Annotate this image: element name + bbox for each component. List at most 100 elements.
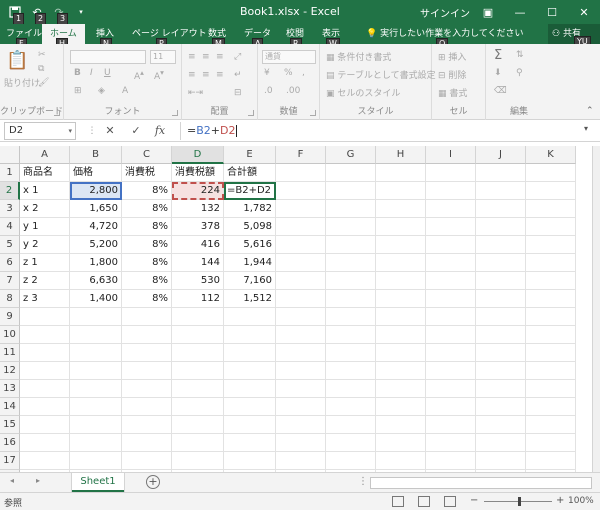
cell-i9[interactable] [426, 308, 476, 326]
align-top-icon[interactable]: ≡ [188, 52, 196, 62]
row-header-17[interactable]: 17 [0, 452, 20, 470]
cell-f10[interactable] [276, 326, 326, 344]
cell-a6[interactable]: z 1 [20, 254, 70, 272]
cell-k8[interactable] [526, 290, 576, 308]
cell-k11[interactable] [526, 344, 576, 362]
cancel-formula-button[interactable]: ✕ [102, 123, 118, 139]
cell-a1[interactable]: 商品名 [20, 164, 70, 182]
cell-d1[interactable]: 消費税額 [172, 164, 224, 182]
cell-h13[interactable] [376, 380, 426, 398]
cell-g5[interactable] [326, 236, 376, 254]
column-header-h[interactable]: H [376, 146, 426, 164]
cell-h3[interactable] [376, 200, 426, 218]
cell-d10[interactable] [172, 326, 224, 344]
row-header-14[interactable]: 14 [0, 398, 20, 416]
cell-f16[interactable] [276, 434, 326, 452]
cell-a15[interactable] [20, 416, 70, 434]
cell-b17[interactable] [70, 452, 122, 470]
cell-e8[interactable]: 1,512 [224, 290, 276, 308]
cell-b3[interactable]: 1,650 [70, 200, 122, 218]
enter-formula-button[interactable]: ✓ [128, 123, 144, 139]
paste-button[interactable]: 貼り付け [4, 76, 40, 89]
tab-formulas[interactable]: 数式M [208, 24, 226, 50]
cell-j8[interactable] [476, 290, 526, 308]
cell-g12[interactable] [326, 362, 376, 380]
cell-c17[interactable] [122, 452, 172, 470]
cell-j15[interactable] [476, 416, 526, 434]
font-name-box[interactable] [70, 50, 146, 64]
cell-a12[interactable] [20, 362, 70, 380]
cell-c14[interactable] [122, 398, 172, 416]
cell-j2[interactable] [476, 182, 526, 200]
collapse-ribbon-icon[interactable]: ⌃ [586, 106, 594, 116]
cell-e6[interactable]: 1,944 [224, 254, 276, 272]
cell-e1[interactable]: 合計額 [224, 164, 276, 182]
cell-i14[interactable] [426, 398, 476, 416]
cell-h14[interactable] [376, 398, 426, 416]
font-shrink-icon[interactable]: A▾ [154, 68, 164, 82]
page-layout-view-icon[interactable] [418, 496, 430, 507]
cell-b12[interactable] [70, 362, 122, 380]
cell-h5[interactable] [376, 236, 426, 254]
cell-k15[interactable] [526, 416, 576, 434]
row-header-3[interactable]: 3 [0, 200, 20, 218]
cell-g4[interactable] [326, 218, 376, 236]
cell-h12[interactable] [376, 362, 426, 380]
tab-review[interactable]: 校閲R [286, 24, 304, 50]
cell-k7[interactable] [526, 272, 576, 290]
cell-a14[interactable] [20, 398, 70, 416]
cell-d4[interactable]: 378 [172, 218, 224, 236]
row-header-6[interactable]: 6 [0, 254, 20, 272]
cell-a10[interactable] [20, 326, 70, 344]
cut-icon[interactable]: ✂ [38, 50, 46, 60]
prev-sheet-icon[interactable]: ◂ [10, 476, 14, 485]
border-icon[interactable]: ⊞ [74, 86, 82, 96]
align-center-icon[interactable]: ≡ [202, 70, 210, 80]
normal-view-icon[interactable] [392, 496, 404, 507]
dialog-launcher[interactable] [54, 110, 60, 116]
column-header-b[interactable]: B [70, 146, 122, 164]
cell-b16[interactable] [70, 434, 122, 452]
row-header-13[interactable]: 13 [0, 380, 20, 398]
cell-e13[interactable] [224, 380, 276, 398]
cell-d7[interactable]: 530 [172, 272, 224, 290]
cell-d5[interactable]: 416 [172, 236, 224, 254]
cell-f3[interactable] [276, 200, 326, 218]
cell-styles-button[interactable]: ▣ セルのスタイル [326, 86, 400, 99]
cell-a17[interactable] [20, 452, 70, 470]
cell-b11[interactable] [70, 344, 122, 362]
cell-f8[interactable] [276, 290, 326, 308]
cell-j1[interactable] [476, 164, 526, 182]
clear-icon[interactable]: ⌫ [494, 86, 507, 96]
align-left-icon[interactable]: ≡ [188, 70, 196, 80]
row-header-12[interactable]: 12 [0, 362, 20, 380]
cell-c12[interactable] [122, 362, 172, 380]
cell-c1[interactable]: 消費税 [122, 164, 172, 182]
sort-filter-icon[interactable]: ⇅ [516, 50, 524, 60]
zoom-in-icon[interactable]: + [556, 495, 564, 506]
cell-h15[interactable] [376, 416, 426, 434]
cell-i7[interactable] [426, 272, 476, 290]
cell-f5[interactable] [276, 236, 326, 254]
row-header-8[interactable]: 8 [0, 290, 20, 308]
cell-f15[interactable] [276, 416, 326, 434]
cell-e15[interactable] [224, 416, 276, 434]
cell-e16[interactable] [224, 434, 276, 452]
cell-d16[interactable] [172, 434, 224, 452]
zoom-level[interactable]: 100% [568, 496, 594, 506]
save-button[interactable]: 1 [4, 3, 26, 25]
customize-qat-button[interactable]: ▾ [70, 3, 92, 21]
cell-k10[interactable] [526, 326, 576, 344]
column-header-c[interactable]: C [122, 146, 172, 164]
cell-g13[interactable] [326, 380, 376, 398]
decrease-decimal-icon[interactable]: .00 [286, 86, 300, 96]
tell-me-box[interactable]: 💡 実行したい作業を入力してくださいQ [366, 24, 524, 50]
cell-i11[interactable] [426, 344, 476, 362]
cell-c9[interactable] [122, 308, 172, 326]
sheet-tab-sheet1[interactable]: Sheet1 [72, 473, 124, 492]
indent-icon[interactable]: ⇤⇥ [188, 88, 203, 98]
cell-j7[interactable] [476, 272, 526, 290]
cell-b10[interactable] [70, 326, 122, 344]
cell-f7[interactable] [276, 272, 326, 290]
signin-link[interactable]: サインイン [420, 5, 470, 20]
